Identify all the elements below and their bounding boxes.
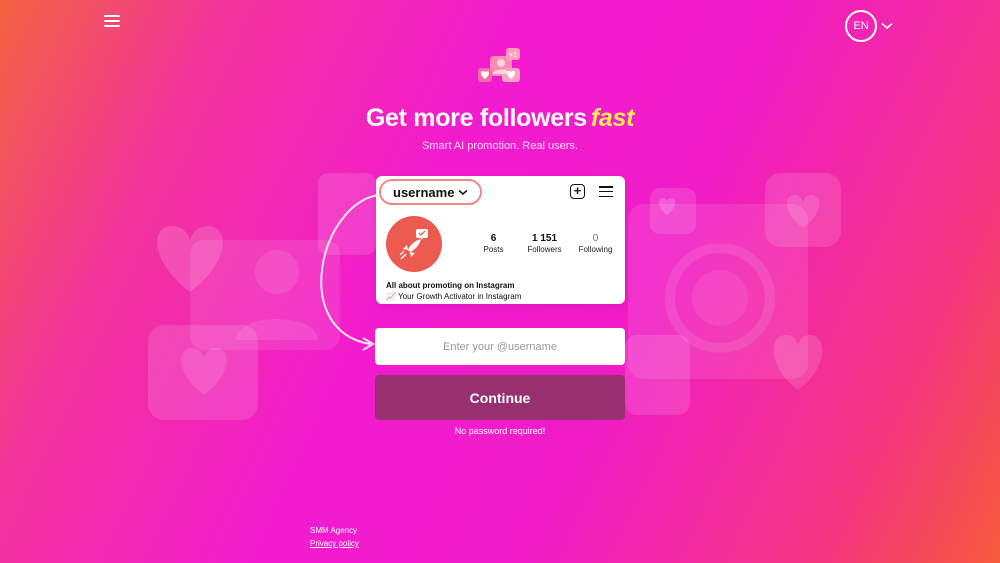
menu-bar	[104, 25, 120, 27]
page-subtitle: Smart AI promotion. Real users.	[422, 140, 578, 152]
smm-agency-link[interactable]: SMM Agency	[310, 524, 359, 537]
profile-menu-icon	[599, 186, 613, 197]
language-label: EN	[853, 20, 869, 32]
title-accent: fast	[590, 104, 635, 132]
continue-button[interactable]: Continue	[375, 375, 625, 420]
menu-bar	[104, 20, 120, 22]
bg-camera-panel	[628, 204, 808, 379]
followers-count: 1 151	[531, 233, 558, 244]
svg-text:+1: +1	[509, 52, 517, 59]
chevron-down-icon	[881, 22, 893, 30]
followers-label: Followers	[527, 245, 562, 254]
add-post-icon: +	[570, 184, 585, 199]
followers-stat: 1 151 Followers	[519, 233, 570, 254]
footer-links: SMM Agency Privacy policy	[310, 524, 359, 550]
username-input[interactable]	[375, 328, 625, 365]
following-label: Following	[578, 245, 613, 254]
bg-heart-box	[148, 325, 258, 420]
menu-bar	[104, 15, 120, 17]
following-count: 0	[592, 233, 599, 244]
privacy-policy-link[interactable]: Privacy policy	[310, 537, 359, 550]
menu-icon[interactable]	[104, 14, 120, 28]
likes-cluster-icon: +1	[478, 48, 520, 82]
language-button[interactable]: EN	[845, 10, 877, 42]
following-stat: 0 Following	[570, 233, 621, 254]
bg-small-box	[650, 188, 696, 234]
page-title: Get more followers fast	[0, 104, 1000, 133]
no-password-note: No password required!	[454, 426, 546, 436]
title-main: Get more followers	[365, 104, 587, 132]
bg-thumb-box	[625, 335, 690, 415]
language-selector[interactable]: EN	[845, 10, 893, 42]
bg-heart-box-right	[765, 173, 841, 247]
